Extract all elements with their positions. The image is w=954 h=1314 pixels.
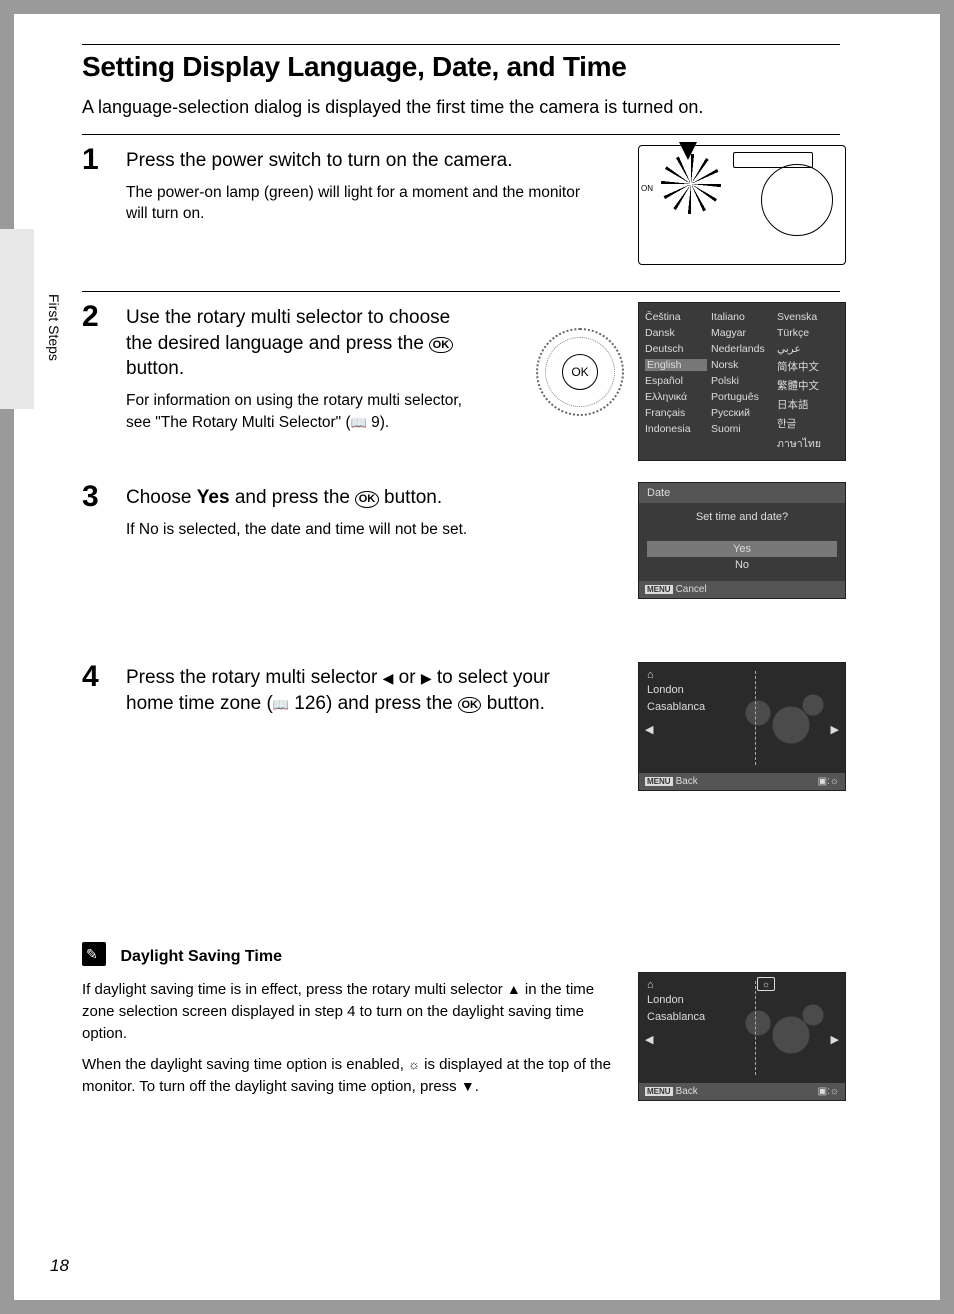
left-arrow-icon: ◀ — [383, 670, 394, 686]
lang-option: Čeština — [645, 311, 707, 323]
step-number: 3 — [82, 482, 112, 512]
left-arrow-icon: ◀ — [645, 723, 653, 736]
note-daylight-saving: Daylight Saving Time If daylight saving … — [82, 942, 840, 1098]
date-prompt: Set time and date? — [647, 511, 837, 523]
lcd-header: Date — [639, 483, 845, 503]
ok-icon: OK — [458, 697, 482, 714]
lang-option: Español — [645, 375, 707, 387]
dst-glyph-icon: ☼ — [408, 1057, 420, 1072]
lang-option: Norsk — [711, 359, 773, 371]
note-paragraph: If daylight saving time is in effect, pr… — [82, 979, 622, 1044]
separator — [82, 291, 840, 292]
no-option: No — [647, 557, 837, 573]
step-title: Choose Yes and press the OK button. — [126, 485, 596, 511]
world-map-icon — [725, 991, 835, 1071]
sidebar-tab — [0, 229, 34, 409]
step-title: Press the rotary multi selector ◀ or ▶ t… — [126, 665, 596, 716]
page-title: Setting Display Language, Date, and Time — [82, 51, 840, 83]
lang-option: Indonesia — [645, 423, 707, 435]
dst-badge-icon: ☼ — [757, 977, 775, 991]
on-label: ON — [641, 184, 653, 193]
note-icon — [82, 942, 106, 966]
menu-back: MENUBack — [645, 1086, 698, 1097]
step-number: 4 — [82, 662, 112, 692]
menu-cancel: MENUCancel — [645, 584, 707, 595]
intro-text: A language-selection dialog is displayed… — [82, 97, 840, 118]
lang-option: Dansk — [645, 327, 707, 339]
step-desc: If No is selected, the date and time wil… — [126, 519, 596, 541]
power-arrow-icon — [679, 142, 697, 160]
lang-option: Magyar — [711, 327, 773, 339]
step-title: Press the power switch to turn on the ca… — [126, 148, 596, 174]
home-icon: ⌂ — [647, 669, 837, 681]
dst-hint-icon: ▣:☼ — [818, 1086, 839, 1097]
lang-option: 한글 — [777, 416, 839, 431]
lang-option: عربي — [777, 343, 839, 355]
up-arrow-icon: ▲ — [507, 981, 521, 997]
date-screen: Date Set time and date? Yes No MENUCance… — [638, 482, 846, 599]
lang-option: Italiano — [711, 311, 773, 323]
lang-option: English — [645, 359, 707, 371]
camera-top-bar — [733, 152, 813, 168]
lang-option: 日本語 — [777, 397, 839, 412]
step-desc: The power-on lamp (green) will light for… — [126, 182, 596, 225]
step-desc: For information on using the rotary mult… — [126, 390, 466, 433]
timezone-screen-dst: ⌂ ☼ London Casablanca ◀ ▶ MENUBack ▣:☼ — [638, 972, 846, 1101]
right-arrow-icon: ▶ — [831, 723, 839, 736]
lang-option: ภาษาไทย — [777, 435, 839, 452]
rotary-selector-illustration: OK — [536, 328, 624, 416]
lang-option: Русский — [711, 407, 773, 419]
step-title: Use the rotary multi selector to choose … — [126, 305, 466, 382]
right-arrow-icon: ▶ — [831, 1033, 839, 1046]
timezone-screen: ⌂ London Casablanca ◀ ▶ MENUBack ▣:☼ — [638, 662, 846, 791]
note-paragraph: When the daylight saving time option is … — [82, 1054, 622, 1098]
yes-option: Yes — [647, 541, 837, 557]
lang-option: Português — [711, 391, 773, 403]
step-number: 2 — [82, 302, 112, 332]
page-number: 18 — [50, 1256, 69, 1276]
lang-option: 简体中文 — [777, 359, 839, 374]
dst-hint-icon: ▣:☼ — [818, 776, 839, 787]
step-number: 1 — [82, 145, 112, 175]
lang-option: Nederlands — [711, 343, 773, 355]
lang-option: Suomi — [711, 423, 773, 435]
book-icon — [273, 693, 289, 714]
ok-icon: OK — [355, 491, 379, 508]
note-title: Daylight Saving Time — [120, 948, 282, 966]
camera-illustration: ON — [638, 145, 846, 265]
down-arrow-icon: ▼ — [461, 1078, 475, 1094]
timezone-line — [755, 981, 756, 1075]
ok-button-illus: OK — [562, 354, 598, 390]
right-arrow-icon: ▶ — [421, 670, 432, 686]
menu-back: MENUBack — [645, 776, 698, 787]
lang-option: Deutsch — [645, 343, 707, 355]
home-icon: ⌂ — [647, 979, 837, 991]
lang-option: Türkçe — [777, 327, 839, 339]
book-icon — [351, 414, 367, 431]
sidebar-section-label: First Steps — [46, 294, 62, 361]
lang-option: Français — [645, 407, 707, 419]
language-screen: Čeština Dansk Deutsch English Español Ελληνικ… — [638, 302, 846, 461]
lang-option: 繁體中文 — [777, 378, 839, 393]
rule — [82, 44, 840, 45]
left-arrow-icon: ◀ — [645, 1033, 653, 1046]
separator — [82, 134, 840, 135]
world-map-icon — [725, 681, 835, 761]
lang-option: Ελληνικά — [645, 391, 707, 403]
timezone-line — [755, 671, 756, 765]
ok-icon: OK — [429, 337, 453, 354]
lang-option: Polski — [711, 375, 773, 387]
lang-option: Svenska — [777, 311, 839, 323]
